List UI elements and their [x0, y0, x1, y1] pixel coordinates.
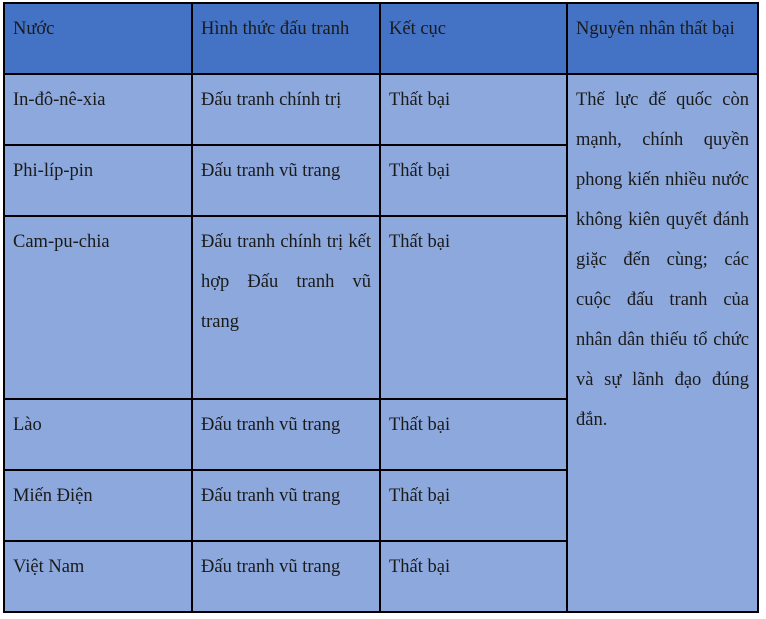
- cell-form: Đấu tranh vũ trang: [191, 539, 381, 614]
- cell-result-text: Thất bại: [389, 232, 451, 253]
- cell-form-text: Đấu tranh chính trị: [201, 90, 342, 111]
- cell-country: In-đô-nê-xia: [3, 73, 193, 147]
- cell-form-text: Đấu tranh vũ trang: [201, 556, 341, 577]
- cell-cause-merged: Thế lực đế quốc còn mạnh, chính quyền ph…: [566, 73, 759, 613]
- cell-country: Phi-líp-pin: [3, 144, 193, 218]
- column-header-country: Nước: [3, 1, 193, 76]
- cell-country-text: Lào: [13, 414, 42, 435]
- cell-form: Đấu tranh vũ trang: [191, 468, 381, 542]
- history-table-container: Nước Hình thức đấu tranh Kết cục Nguyên …: [3, 1, 759, 614]
- cell-result-text: Thất bại: [389, 485, 451, 506]
- cell-result: Thất bại: [379, 539, 568, 614]
- column-header-country-label: Nước: [13, 19, 55, 39]
- cell-form: Đấu tranh chính trị: [191, 73, 381, 147]
- cell-form-text: Đấu tranh vũ trang: [201, 485, 341, 506]
- cell-form-text: Đấu tranh vũ trang: [201, 414, 341, 435]
- cell-form-text: Đấu tranh chính trị kết hợp Đấu tranh vũ…: [201, 232, 371, 333]
- cell-country-text: In-đô-nê-xia: [13, 90, 106, 111]
- column-header-result: Kết cục: [379, 1, 568, 76]
- cell-result: Thất bại: [379, 215, 568, 400]
- cell-result: Thất bại: [379, 397, 568, 471]
- cell-country: Cam-pu-chia: [3, 215, 193, 400]
- column-header-cause: Nguyên nhân thất bại: [566, 1, 759, 76]
- cell-result-text: Thất bại: [389, 90, 451, 111]
- cell-country: Miến Điện: [3, 468, 193, 542]
- cell-country-text: Phi-líp-pin: [13, 161, 94, 182]
- cell-country: Lào: [3, 397, 193, 471]
- column-header-form-label: Hình thức đấu tranh: [201, 19, 350, 39]
- cell-country-text: Cam-pu-chia: [13, 232, 110, 253]
- cell-country-text: Việt Nam: [13, 556, 85, 577]
- cell-form: Đấu tranh vũ trang: [191, 397, 381, 471]
- cell-result: Thất bại: [379, 144, 568, 218]
- cell-form: Đấu tranh chính trị kết hợp Đấu tranh vũ…: [191, 215, 381, 400]
- cell-country-text: Miến Điện: [13, 485, 93, 506]
- table-row: In-đô-nê-xia Đấu tranh chính trị Thất bạ…: [3, 73, 759, 613]
- cell-country: Việt Nam: [3, 539, 193, 614]
- cell-form-text: Đấu tranh vũ trang: [201, 161, 341, 182]
- cell-result: Thất bại: [379, 73, 568, 147]
- cell-result-text: Thất bại: [389, 161, 451, 182]
- cell-result-text: Thất bại: [389, 414, 451, 435]
- column-header-cause-label: Nguyên nhân thất bại: [576, 19, 735, 39]
- column-header-form: Hình thức đấu tranh: [191, 1, 381, 76]
- cell-result: Thất bại: [379, 468, 568, 542]
- table-header-row: Nước Hình thức đấu tranh Kết cục Nguyên …: [3, 1, 759, 76]
- column-header-result-label: Kết cục: [389, 19, 447, 39]
- cell-result-text: Thất bại: [389, 556, 451, 577]
- cell-cause-text: Thế lực đế quốc còn mạnh, chính quyền ph…: [576, 90, 749, 431]
- cell-form: Đấu tranh vũ trang: [191, 144, 381, 218]
- history-table: Nước Hình thức đấu tranh Kết cục Nguyên …: [3, 1, 759, 614]
